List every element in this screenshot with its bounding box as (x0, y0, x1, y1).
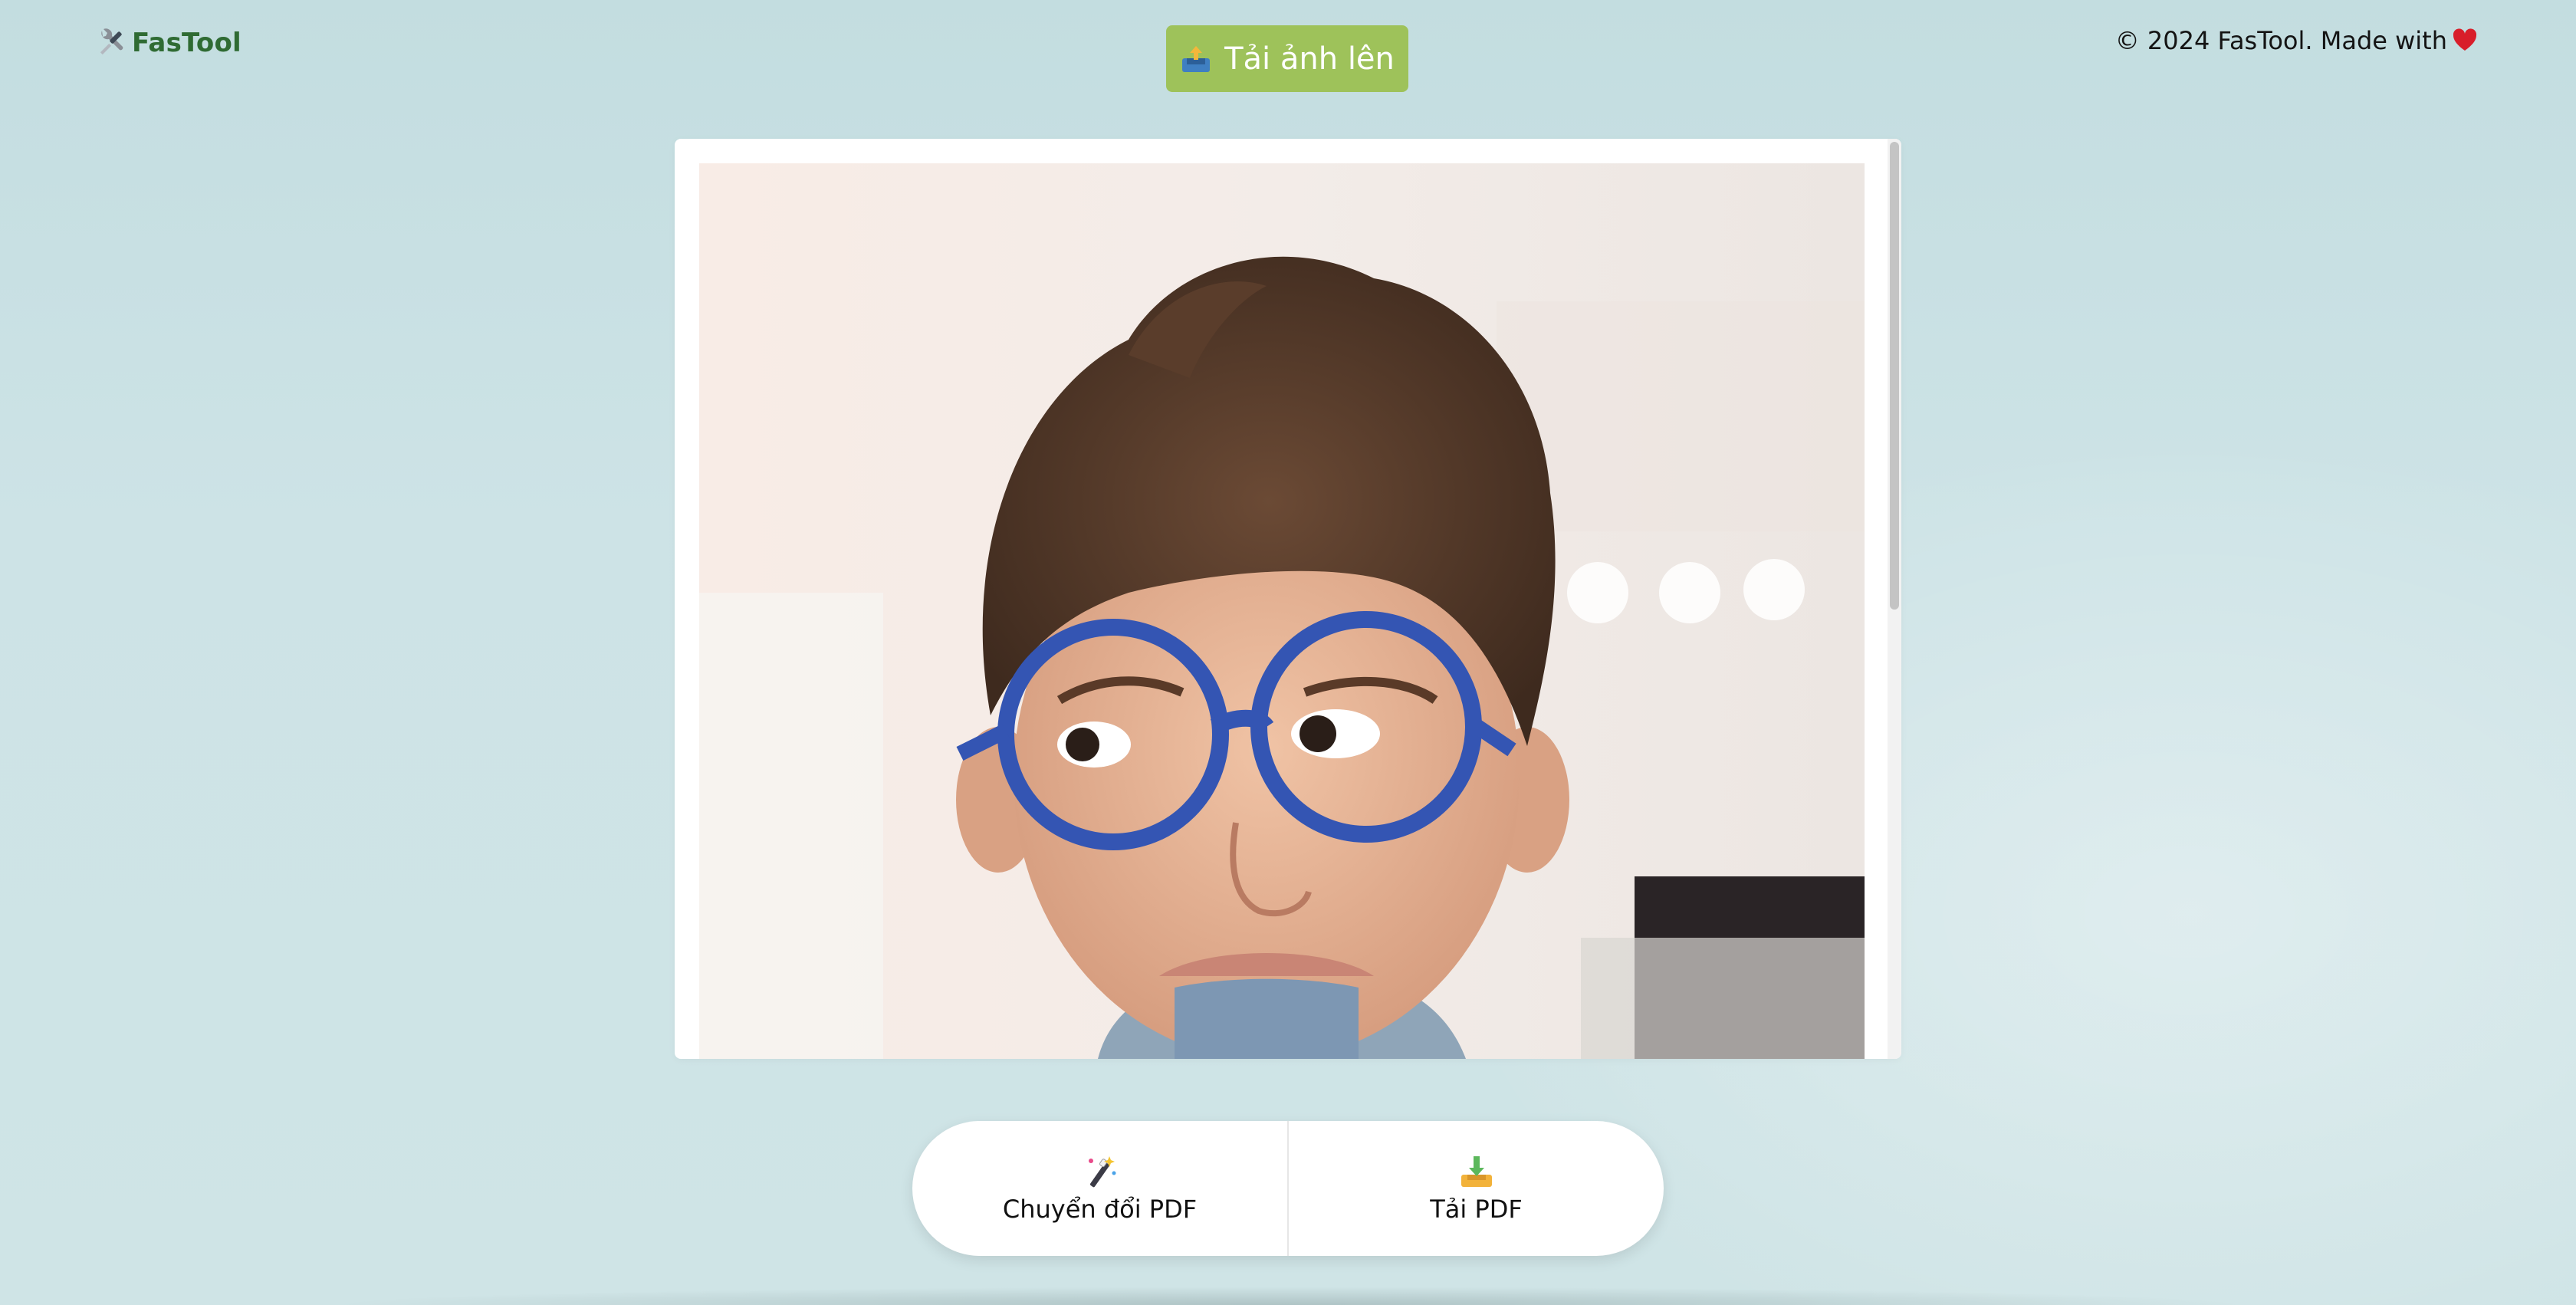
download-pdf-label: Tải PDF (1430, 1195, 1523, 1224)
child-photo (699, 163, 1865, 1059)
convert-pdf-label: Chuyển đổi PDF (1002, 1195, 1198, 1224)
preview-scrollbar-thumb[interactable] (1890, 142, 1899, 610)
uploaded-image-preview (699, 163, 1865, 1059)
upload-image-button[interactable]: Tải ảnh lên (1166, 25, 1408, 92)
image-preview-panel[interactable] (675, 139, 1901, 1059)
magic-wand-icon (1088, 1156, 1116, 1188)
convert-pdf-button[interactable]: Chuyển đổi PDF (912, 1121, 1287, 1256)
credit-label: © 2024 FasTool. Made with (2114, 26, 2447, 55)
upload-button-label: Tải ảnh lên (1224, 41, 1395, 77)
credit-text: © 2024 FasTool. Made with (2115, 26, 2478, 55)
tools-icon (100, 28, 123, 55)
brand-name: FasTool (132, 28, 242, 58)
download-pdf-button[interactable]: Tải PDF (1287, 1121, 1664, 1256)
inbox-tray-icon (1182, 45, 1211, 72)
bottom-shadow (322, 1287, 2254, 1305)
action-bar: Chuyển đổi PDF Tải PDF (912, 1121, 1664, 1256)
brand-logo[interactable]: FasTool (95, 26, 242, 60)
download-tray-icon (1460, 1156, 1492, 1187)
heart-icon (2453, 28, 2477, 51)
preview-scrollbar[interactable] (1888, 139, 1901, 1059)
